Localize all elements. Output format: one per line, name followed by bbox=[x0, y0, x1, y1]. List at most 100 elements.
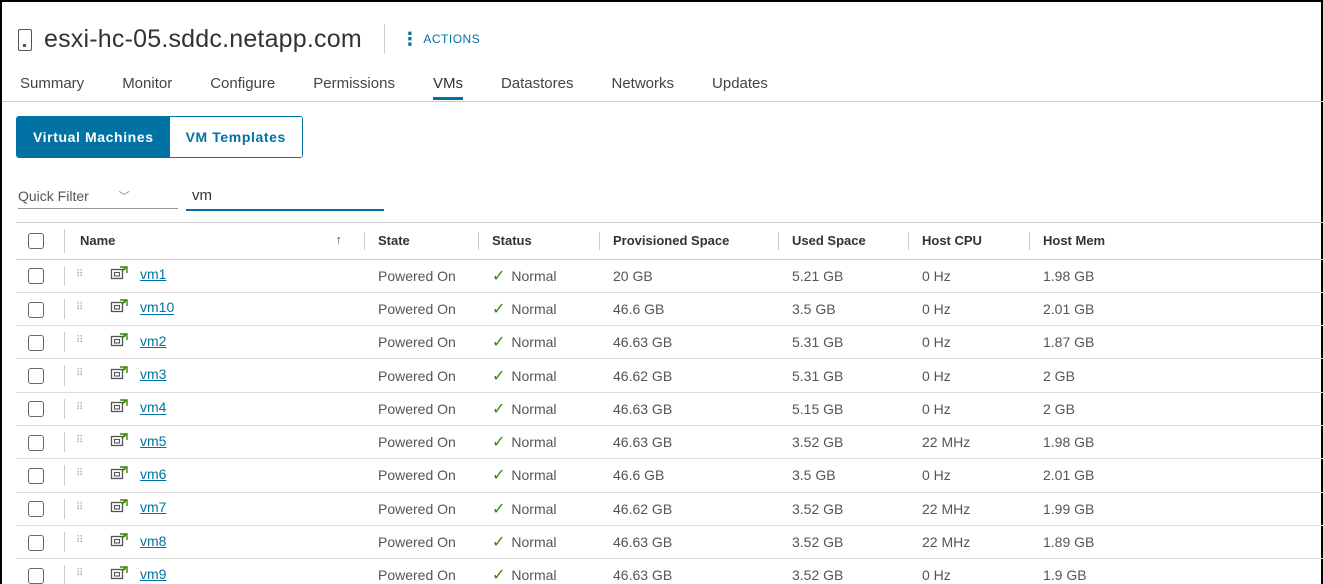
table-row[interactable]: ⠿ vm5 Powered On ✓ Normal 46.63 GB 3.52 GB 22 M… bbox=[16, 425, 1323, 460]
row-checkbox[interactable] bbox=[28, 534, 44, 551]
drag-handle-icon[interactable]: ⠿ bbox=[76, 368, 83, 379]
select-all-checkbox[interactable] bbox=[28, 233, 44, 250]
grid-header-row: Name ↑ State Status Provisioned Space Us… bbox=[16, 223, 1323, 260]
table-row[interactable]: ⠿ vm4 Powered On ✓ Normal 46.63 GB 5.15 GB 0 Hz… bbox=[16, 392, 1323, 426]
row-checkbox[interactable] bbox=[28, 468, 44, 485]
drag-handle-icon[interactable]: ⠿ bbox=[76, 269, 83, 280]
state-cell: Powered On bbox=[364, 392, 478, 426]
vm-name-link[interactable]: vm10 bbox=[140, 300, 174, 316]
tab-datastores[interactable]: Datastores bbox=[501, 70, 574, 102]
column-divider bbox=[64, 431, 65, 453]
mem-header-label: Host Mem bbox=[1043, 233, 1106, 249]
vm-name-link[interactable]: vm7 bbox=[140, 499, 166, 515]
name-column-header[interactable]: Name ↑ bbox=[66, 223, 364, 260]
status-label: Normal bbox=[511, 500, 557, 517]
state-column-header[interactable]: State bbox=[364, 223, 478, 260]
filter-input[interactable] bbox=[186, 181, 384, 211]
tab-vms[interactable]: VMs bbox=[432, 70, 463, 102]
host-mem-cell: 2.01 GB bbox=[1029, 458, 1323, 493]
drag-handle-icon[interactable]: ⠿ bbox=[76, 535, 83, 546]
provisioned-space-cell: 46.63 GB bbox=[599, 425, 778, 460]
host-cpu-column-header[interactable]: Host CPU bbox=[908, 223, 1029, 260]
row-select-cell: ⠿ bbox=[16, 525, 83, 560]
row-checkbox[interactable] bbox=[28, 334, 44, 351]
vm-name-link[interactable]: vm4 bbox=[140, 400, 166, 416]
status-column-header[interactable]: Status bbox=[478, 223, 599, 260]
provisioned-space-column-header[interactable]: Provisioned Space bbox=[599, 223, 778, 260]
tab-permissions[interactable]: Permissions bbox=[313, 70, 395, 102]
tab-configure[interactable]: Configure bbox=[210, 70, 275, 102]
check-icon: ✓ bbox=[492, 500, 506, 518]
table-row[interactable]: ⠿ vm3 Powered On ✓ Normal 46.62 GB 5.31 GB 0 Hz… bbox=[16, 358, 1323, 393]
state-cell: Powered On bbox=[364, 492, 478, 526]
host-mem-column-header[interactable]: Host Mem bbox=[1029, 223, 1323, 260]
check-icon: ✓ bbox=[492, 434, 506, 452]
row-select-cell: ⠿ bbox=[16, 425, 83, 460]
status-label: Normal bbox=[511, 300, 557, 317]
host-mem-cell: 1.98 GB bbox=[1029, 425, 1323, 460]
drag-handle-icon[interactable]: ⠿ bbox=[76, 468, 83, 479]
host-mem-cell: 2.01 GB bbox=[1029, 292, 1323, 327]
drag-handle-icon[interactable]: ⠿ bbox=[76, 435, 83, 446]
vm-name-link[interactable]: vm1 bbox=[140, 266, 166, 282]
row-checkbox[interactable] bbox=[28, 434, 44, 451]
table-row[interactable]: ⠿ vm10 Powered On ✓ Normal 46.6 GB 3.5 GB 0 Hz 2… bbox=[16, 292, 1323, 327]
row-select-cell: ⠿ bbox=[16, 325, 83, 360]
provisioned-space-cell: 46.63 GB bbox=[599, 325, 778, 360]
tab-monitor[interactable]: Monitor bbox=[122, 70, 172, 102]
row-checkbox[interactable] bbox=[28, 401, 44, 418]
host-cpu-cell: 0 Hz bbox=[908, 392, 1029, 426]
table-row[interactable]: ⠿ vm6 Powered On ✓ Normal 46.6 GB 3.5 GB 0 Hz 2.… bbox=[16, 458, 1323, 493]
column-divider bbox=[478, 232, 479, 250]
check-icon: ✓ bbox=[492, 334, 506, 352]
column-divider bbox=[64, 398, 65, 419]
used-space-column-header[interactable]: Used Space bbox=[778, 223, 908, 260]
row-checkbox[interactable] bbox=[28, 268, 44, 285]
host-cpu-cell: 22 MHz bbox=[908, 525, 1029, 560]
table-row[interactable]: ⠿ vm8 Powered On ✓ Normal 46.63 GB 3.52 GB 22 M… bbox=[16, 525, 1323, 560]
name-cell: vm4 bbox=[66, 392, 364, 426]
provisioned-space-cell: 20 GB bbox=[599, 259, 778, 293]
actions-button[interactable]: ⋮ ACTIONS bbox=[401, 30, 480, 48]
used-space-cell: 5.31 GB bbox=[778, 325, 908, 360]
status-cell: ✓ Normal bbox=[478, 325, 599, 360]
row-select-cell: ⠿ bbox=[16, 292, 83, 327]
row-checkbox[interactable] bbox=[28, 567, 44, 584]
provisioned-space-cell: 46.62 GB bbox=[599, 358, 778, 393]
drag-handle-icon[interactable]: ⠿ bbox=[76, 502, 83, 513]
row-checkbox[interactable] bbox=[28, 501, 44, 518]
vm-name-link[interactable]: vm8 bbox=[140, 533, 166, 549]
vm-templates-button[interactable]: VM Templates bbox=[169, 117, 302, 157]
vm-name-link[interactable]: vm3 bbox=[140, 366, 166, 382]
host-cpu-cell: 0 Hz bbox=[908, 358, 1029, 393]
tab-networks[interactable]: Networks bbox=[612, 70, 675, 102]
table-row[interactable]: ⠿ vm2 Powered On ✓ Normal 46.63 GB 5.31 GB 0 Hz… bbox=[16, 325, 1323, 360]
virtual-machines-button[interactable]: Virtual Machines bbox=[17, 117, 170, 157]
vm-name-link[interactable]: vm9 bbox=[140, 566, 166, 582]
quick-filter-select[interactable]: Quick Filter ﹀ bbox=[18, 183, 178, 209]
table-row[interactable]: ⠿ vm7 Powered On ✓ Normal 46.62 GB 3.52 GB 22 M… bbox=[16, 492, 1323, 526]
status-label: Normal bbox=[511, 467, 557, 484]
drag-handle-icon[interactable]: ⠿ bbox=[76, 335, 83, 346]
drag-handle-icon[interactable]: ⠿ bbox=[76, 402, 83, 413]
column-divider bbox=[64, 531, 65, 553]
column-divider bbox=[64, 498, 65, 519]
row-checkbox[interactable] bbox=[28, 368, 44, 385]
vm-name-link[interactable]: vm5 bbox=[140, 433, 166, 449]
vm-name-link[interactable]: vm2 bbox=[140, 333, 166, 349]
header-divider bbox=[383, 24, 385, 54]
drag-handle-icon[interactable]: ⠿ bbox=[76, 568, 83, 579]
tab-updates[interactable]: Updates bbox=[712, 70, 768, 102]
provisioned-space-cell: 46.6 GB bbox=[599, 458, 778, 493]
drag-handle-icon[interactable]: ⠿ bbox=[76, 302, 83, 313]
vm-powered-on-icon bbox=[110, 366, 128, 385]
chevron-down-icon: ﹀ bbox=[118, 190, 130, 203]
row-checkbox[interactable] bbox=[28, 301, 44, 318]
table-row[interactable]: ⠿ vm9 Powered On ✓ Normal 46.63 GB 3.52 GB 0 Hz… bbox=[16, 558, 1323, 584]
vm-powered-on-icon bbox=[110, 399, 128, 418]
sort-ascending-icon[interactable]: ↑ bbox=[336, 232, 343, 247]
table-row[interactable]: ⠿ vm1 Powered On ✓ Normal 20 GB 5.21 GB 0 Hz 1.9… bbox=[16, 259, 1323, 293]
tab-summary[interactable]: Summary bbox=[20, 70, 84, 102]
vm-name-link[interactable]: vm6 bbox=[140, 466, 166, 482]
name-header-label: Name bbox=[80, 233, 116, 249]
